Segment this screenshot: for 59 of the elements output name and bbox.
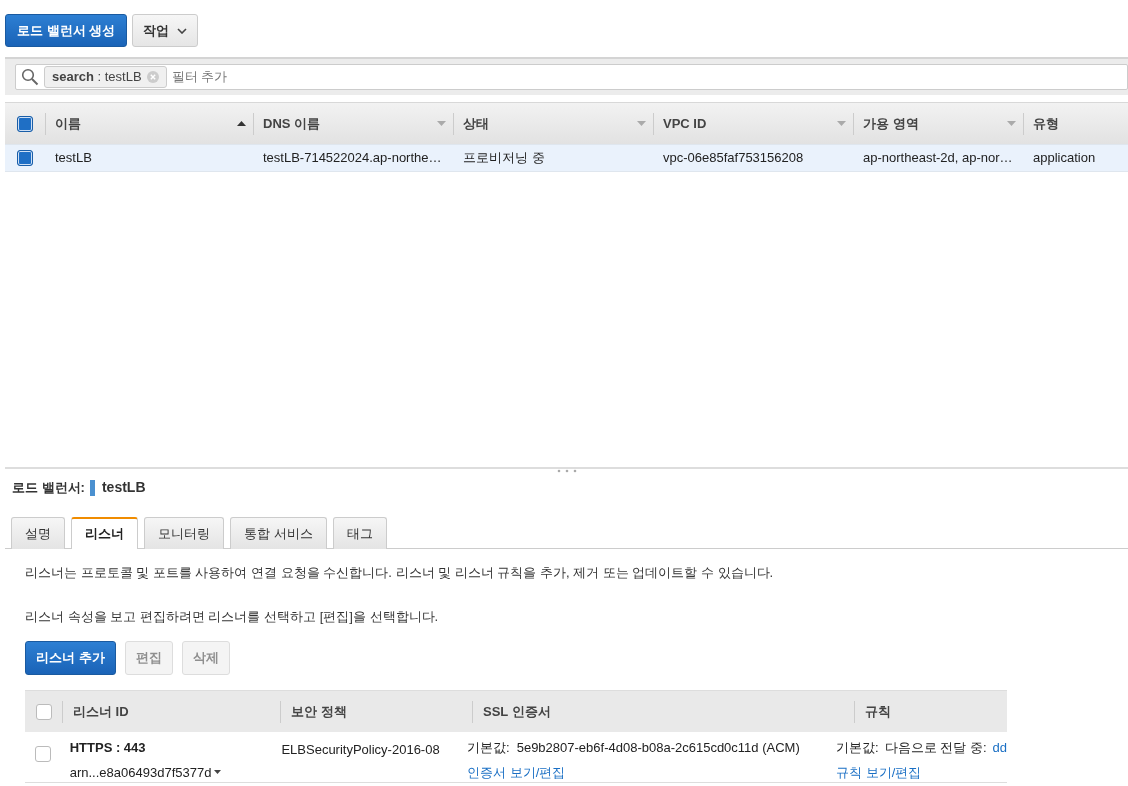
resize-divider[interactable] <box>5 467 1128 473</box>
column-header: 규칙 <box>865 702 891 721</box>
view-edit-certificate-link[interactable]: 인증서 보기/편집 <box>467 762 566 782</box>
filter-input[interactable]: 필터 추가 <box>171 67 1127 87</box>
target-group-link[interactable]: dd <box>992 738 1007 758</box>
tab[interactable]: 통합 서비스 <box>230 517 327 549</box>
tab[interactable]: 모니터링 <box>144 517 224 549</box>
clear-icon[interactable] <box>146 71 159 83</box>
row-checkbox[interactable] <box>17 150 33 166</box>
search-field[interactable]: search : testLB 필터 추가 <box>15 64 1128 90</box>
rule-text: 다음으로 전달 중: <box>884 739 987 757</box>
column-header[interactable]: 유형 <box>1033 113 1059 134</box>
description-text: 리스너는 프로토콜 및 포트를 사용하여 연결 요청을 수신합니다. 리스너 및 리스너 규칙을 추가, 제거 또는 업데이트할 수 있습니다. <box>25 564 775 582</box>
certificate-label: 기본값: <box>467 739 510 757</box>
actions-button[interactable]: 작업 <box>132 14 199 47</box>
select-all-checkbox[interactable] <box>17 115 33 132</box>
security-policy: ELBSecurityPolicy-2016-08 <box>281 742 440 757</box>
details-label: 로드 밸런서: <box>12 478 85 497</box>
caret-icon <box>177 27 188 34</box>
sort-icon[interactable] <box>1007 121 1016 126</box>
column-header[interactable]: VPC ID <box>663 113 707 134</box>
filter-token-text: search : testLB <box>52 68 142 87</box>
column-header: 리스너 ID <box>73 702 129 721</box>
column-header[interactable]: 이름 <box>55 113 81 134</box>
column-header[interactable]: 상태 <box>463 113 489 134</box>
column-header: 보안 정책 <box>291 702 347 721</box>
sort-ascending-icon[interactable] <box>237 121 246 126</box>
search-icon <box>21 68 39 86</box>
table-cell: testLB <box>55 150 92 166</box>
drag-handle-icon[interactable] <box>555 469 578 473</box>
caret-icon[interactable] <box>214 770 222 775</box>
sort-icon[interactable] <box>637 121 646 126</box>
details-title: testLB <box>101 478 146 497</box>
create-load-balancer-button[interactable]: 로드 밸런서 생성 <box>5 14 128 47</box>
table-cell: vpc-06e85faf753156208 <box>663 150 804 166</box>
table-cell: ap-northeast-2d, ap-nor… <box>863 150 1013 166</box>
column-header: SSL 인증서 <box>483 702 551 721</box>
listener-arn: arn...e8a06493d7f5377d <box>69 763 212 782</box>
table-cell: testLB-714522024.ap-northe… <box>263 150 442 166</box>
table-cell: 프로비저닝 중 <box>463 150 545 166</box>
selection-marker <box>89 479 95 496</box>
sort-icon[interactable] <box>437 121 446 126</box>
sort-icon[interactable] <box>837 121 846 126</box>
tab[interactable]: 리스너 <box>71 517 138 549</box>
listener-checkbox[interactable] <box>34 746 51 762</box>
description-text: 리스너 속성을 보고 편집하려면 리스너를 선택하고 [편집]을 선택합니다. <box>25 608 440 626</box>
listener-action-button[interactable]: 리스너 추가 <box>25 641 116 675</box>
certificate-id: 5e9b2807-eb6f-4d08-b08a-2c615cd0c11d (ACM) <box>516 739 800 757</box>
select-all-checkbox[interactable] <box>35 703 52 720</box>
column-header[interactable]: 가용 영역 <box>863 113 919 134</box>
rule-label: 기본값: <box>836 739 879 757</box>
tab[interactable]: 설명 <box>11 517 65 549</box>
listener-protocol: HTTPS : 443 <box>69 739 147 757</box>
filter-token[interactable]: search : testLB <box>44 66 167 88</box>
table-cell: application <box>1033 150 1096 166</box>
view-edit-rules-link[interactable]: 규칙 보기/편집 <box>836 762 922 782</box>
column-header[interactable]: DNS 이름 <box>263 113 321 134</box>
tab[interactable]: 태그 <box>332 517 387 549</box>
table-row[interactable]: testLB testLB-714522024.ap-northe… 프로비저닝 중 vpc-06e85faf753156208 ap-northeast-2d, ap-nor… application <box>5 144 1128 172</box>
